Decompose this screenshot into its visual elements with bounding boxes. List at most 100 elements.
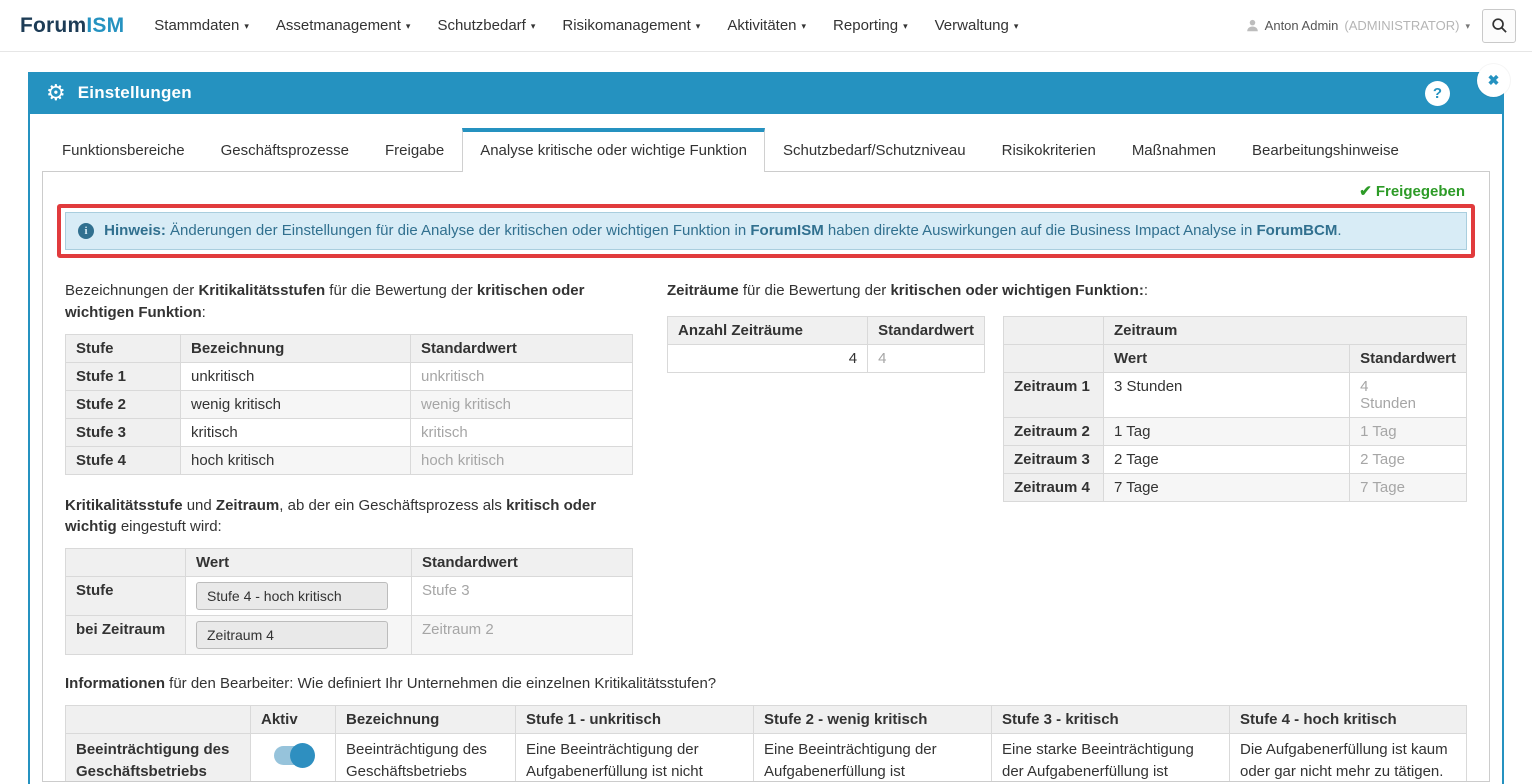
column-header: Bezeichnung [181,334,411,362]
anzahl-default: 4 [868,344,985,372]
stufe1-text[interactable]: Eine Beeinträchtigung der Aufgabenerfüll… [516,733,754,782]
standardwert-value: unkritisch [411,362,633,390]
zeitraum-value[interactable]: 3 Stunden [1104,372,1350,417]
column-header: Stufe [66,334,181,362]
column-header: Stufe 1 - unkritisch [516,705,754,733]
nav-menu-label: Stammdaten [154,17,239,34]
chevron-down-icon: ▾ [1014,21,1019,32]
column-header: Standardwert [1350,344,1467,372]
bezeichnung-value[interactable]: kritisch [181,418,411,446]
search-button[interactable] [1482,9,1516,43]
modal-body: Funktionsbereiche Geschäftsprozesse Frei… [30,114,1502,782]
column-header: Stufe 4 - hoch kritisch [1230,705,1467,733]
help-icon[interactable]: ? [1425,81,1450,106]
tab[interactable]: Maßnahmen [1114,128,1234,171]
zeitraum-value[interactable]: 7 Tage [1104,473,1350,501]
bezeichnung-cell[interactable]: Beeinträchtigung des Geschäftsbetriebs [336,733,516,782]
nav-menu-item[interactable]: Stammdaten ▾ [154,17,249,34]
standardwert-value: Stufe 3 [412,577,633,616]
column-header: Bezeichnung [336,705,516,733]
zeitraum-tables: Anzahl Zeiträume Standardwert 4 4 [667,316,1467,502]
nav-menu-item[interactable]: Aktivitäten ▾ [727,17,806,34]
value-cell: Zeitraum 4 [186,616,412,655]
tab[interactable]: Analyse kritische oder wichtige Funktion [462,128,765,172]
column-header: Anzahl Zeiträume [668,316,868,344]
logo-part-ism: ISM [86,14,124,37]
threshold-table-header-row: Wert Standardwert [66,549,633,577]
section-heading-info: Informationen für den Bearbeiter: Wie de… [65,673,1467,695]
zeitraum-table-row: Zeitraum 1 3 Stunden 4 Stunden [1004,372,1467,417]
nav-menu-item[interactable]: Schutzbedarf ▾ [437,17,535,34]
aktiv-cell [251,733,336,782]
zeitraum-table-row: Zeitraum 3 2 Tage 2 Tage [1004,445,1467,473]
group-header: Zeitraum [1104,316,1467,344]
bezeichnung-value[interactable]: hoch kritisch [181,446,411,474]
settings-modal: ✖ ⚙ Einstellungen ? Funktionsbereiche Ge… [28,72,1504,784]
stufe2-text[interactable]: Eine Beeinträchtigung der Aufgabenerfüll… [754,733,992,782]
zeitraum-group-header-row: Zeitraum [1004,316,1467,344]
standardwert-value: hoch kritisch [411,446,633,474]
zeitraum-value[interactable]: 1 Tag [1104,417,1350,445]
chevron-down-icon: ▾ [696,21,701,32]
standardwert-value: kritisch [411,418,633,446]
stufen-table-row: Stufe 3 kritisch kritisch [66,418,633,446]
stufe-label: Stufe 1 [66,362,181,390]
nav-menu-item[interactable]: Reporting ▾ [833,17,908,34]
logo-part-forum: Forum [20,14,86,37]
nav-menu-item[interactable]: Assetmanagement ▾ [276,17,411,34]
red-annotation-box: i Hinweis: Änderungen der Einstellungen … [57,204,1475,258]
top-navbar: ForumISM Stammdaten ▾ Assetmanagement ▾ … [0,0,1532,52]
corner-cell [1004,316,1104,344]
column-header: Stufe 2 - wenig kritisch [754,705,992,733]
value-select[interactable]: Stufe 4 - hoch kritisch [196,582,388,610]
product-forumism: ForumISM [750,222,823,239]
stufe3-text[interactable]: Eine starke Beeinträchtigung der Aufgabe… [992,733,1230,782]
nav-menu-item[interactable]: Risikomanagement ▾ [562,17,700,34]
tab-bar: Funktionsbereiche Geschäftsprozesse Frei… [42,128,1490,171]
criterion-label: Beeinträchtigung des Geschäftsbetriebs [66,733,251,782]
section-heading-threshold: Kritikalitätsstufe und Zeitraum, ab der … [65,495,633,539]
value-select[interactable]: Zeitraum 4 [196,621,388,649]
chevron-down-icon: ▾ [903,21,908,32]
toggle-knob [290,743,315,768]
threshold-table-row: Stufe Stufe 4 - hoch kritisch Stufe 3 [66,577,633,616]
magnifier-icon [1491,17,1508,34]
column-header: Wert [186,549,412,577]
nav-menu-label: Aktivitäten [727,17,796,34]
anzahl-value[interactable]: 4 [668,344,868,372]
user-menu[interactable]: Anton Admin (ADMINISTRATOR) ▾ [1246,18,1470,33]
zeitraum-label: Zeitraum 1 [1004,372,1104,417]
info-table: Aktiv Bezeichnung Stufe 1 - unkritisch S… [65,705,1467,782]
column-header [66,705,251,733]
tab[interactable]: Schutzbedarf/Schutzniveau [765,128,984,171]
value-cell: Stufe 4 - hoch kritisch [186,577,412,616]
tab[interactable]: Funktionsbereiche [44,128,203,171]
zeitraum-value[interactable]: 2 Tage [1104,445,1350,473]
nav-menu-item[interactable]: Verwaltung ▾ [935,17,1019,34]
threshold-label: Stufe [66,577,186,616]
stufe4-text[interactable]: Die Aufgabenerfüllung ist kaum oder gar … [1230,733,1467,782]
modal-header: ⚙ Einstellungen ? [30,72,1502,114]
tab[interactable]: Risikokriterien [984,128,1114,171]
column-header: Standardwert [411,334,633,362]
zeitraum-label: Zeitraum 4 [1004,473,1104,501]
bezeichnung-value[interactable]: wenig kritisch [181,390,411,418]
tab[interactable]: Freigabe [367,128,462,171]
app-logo[interactable]: ForumISM [20,14,124,38]
standardwert-value: Zeitraum 2 [412,616,633,655]
anzahl-table: Anzahl Zeiträume Standardwert 4 4 [667,316,985,373]
info-table-header-row: Aktiv Bezeichnung Stufe 1 - unkritisch S… [66,705,1467,733]
active-toggle[interactable] [274,746,312,765]
threshold-table-row: bei Zeitraum Zeitraum 4 Zeitraum 2 [66,616,633,655]
close-icon[interactable]: ✖ [1477,64,1510,97]
tab[interactable]: Geschäftsprozesse [203,128,367,171]
left-column: Bezeichnungen der Kritikalitätsstufen fü… [65,270,633,655]
section-heading-zeitraeume: Zeiträume für die Bewertung der kritisch… [667,280,1467,302]
column-header [66,549,186,577]
anzahl-table-row: 4 4 [668,344,985,372]
column-header: Stufe 3 - kritisch [992,705,1230,733]
tab[interactable]: Bearbeitungshinweise [1234,128,1417,171]
bezeichnung-value[interactable]: unkritisch [181,362,411,390]
hint-label: Hinweis: [104,222,166,239]
user-name: Anton Admin [1265,18,1339,33]
